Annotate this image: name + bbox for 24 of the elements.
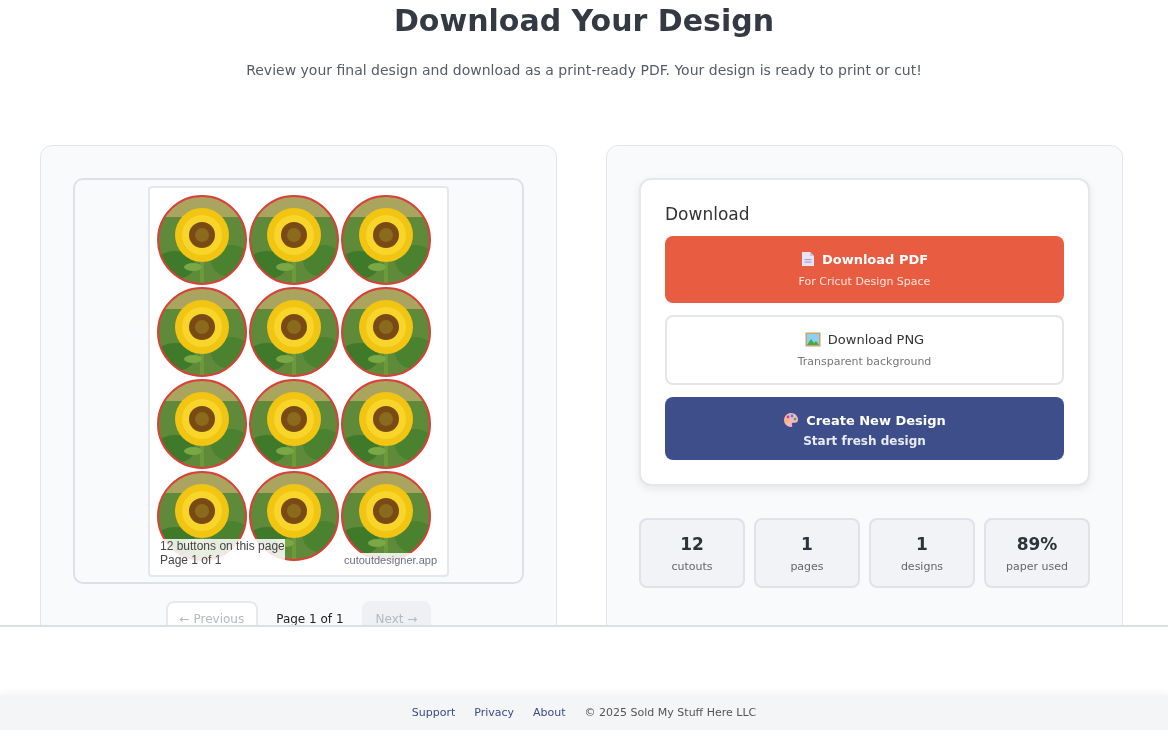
page-title: Download Your Design: [392, 2, 775, 40]
new-download-button[interactable]: Create New Design Start fresh design: [665, 397, 1064, 460]
footer-link[interactable]: Support: [411, 706, 456, 719]
stat-value: 12: [680, 533, 704, 554]
sheet-caption: 12 buttons on this page: [160, 539, 285, 553]
page-indicator: Page 1 of 1: [276, 612, 344, 625]
sheet-page-number: Page 1 of 1: [160, 553, 285, 567]
stat-label: pages: [790, 559, 824, 573]
footer-link[interactable]: About: [533, 706, 566, 719]
stat-value: 89%: [1016, 533, 1058, 554]
copyright-text: © 2025 Sold My Stuff Here LLC: [584, 706, 757, 719]
landscape-picture-icon: [804, 332, 821, 347]
sheet-watermark: cutoutdesigner.app: [344, 553, 437, 567]
stat-label: designs: [900, 559, 944, 573]
png-download-button[interactable]: Download PNG Transparent background: [665, 315, 1064, 385]
footer-link[interactable]: Privacy: [474, 706, 515, 719]
download-heading: Download: [665, 204, 751, 224]
stat-value: 1: [801, 533, 813, 554]
stat-value: 1: [916, 533, 928, 554]
page-subtitle: Review your final design and download as a print-ready PDF. Your design is ready to print or cut!: [245, 62, 923, 78]
stat-label: paper used: [1006, 559, 1068, 573]
document-icon: [800, 251, 815, 267]
stat-label: cutouts: [671, 559, 713, 573]
palette-icon: [783, 412, 800, 428]
